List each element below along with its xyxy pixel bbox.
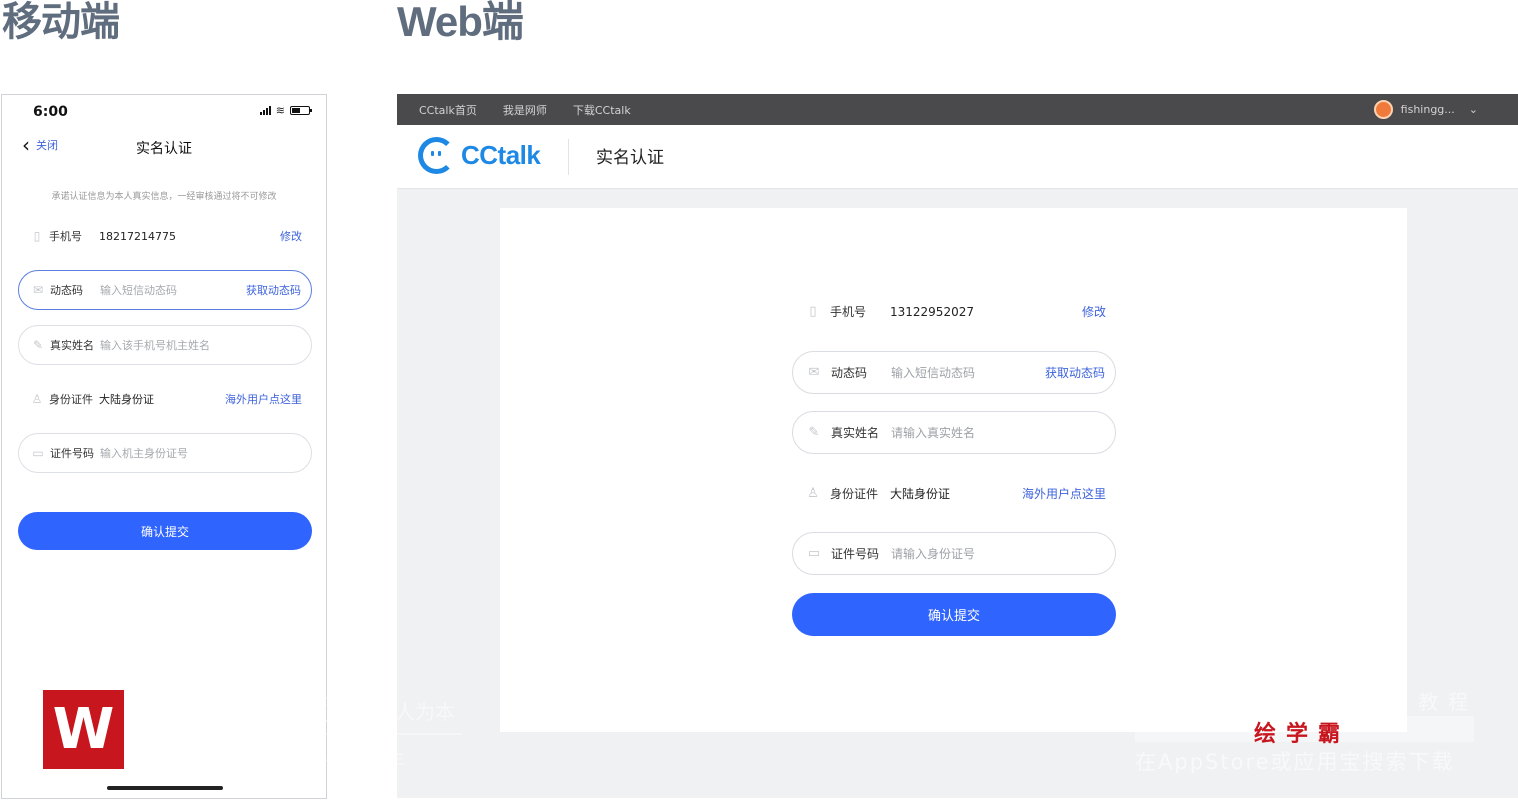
phone-value: 18217214775 [99,229,176,243]
user-icon: ♙ [807,485,819,501]
header-divider [568,139,569,175]
web-topbar: CCtalk首页 我是网师 下载CCtalk fishingg... ⌄ [397,94,1518,125]
verification-code-field[interactable]: ✉ 动态码 输入短信动态码 获取动态码 [18,270,312,310]
phone-icon: ▯ [809,303,817,319]
mobile-section-title: 移动端 [2,0,120,45]
code-label: 动态码 [50,284,83,297]
web-overseas-user-link[interactable]: 海外用户点这里 [1022,485,1106,502]
web-modify-phone-link[interactable]: 修改 [1082,303,1106,320]
overseas-user-link[interactable]: 海外用户点这里 [225,391,302,407]
name-input[interactable]: 输入该手机号机主姓名 [100,337,210,353]
web-phone-row: ▯ 手机号 13122952027 修改 [792,290,1116,333]
id-type-label: 身份证件 [49,393,93,406]
web-form-card: ▯ 手机号 13122952027 修改 ✉ 动态码 输入短信动态码 获取动态码… [500,208,1407,732]
page-title: 实名认证 [136,141,192,157]
web-name-label: 真实姓名 [831,426,880,440]
web-id-number-label: 证件号码 [831,547,880,561]
chevron-down-icon: ⌄ [1468,103,1478,116]
web-id-number-field[interactable]: ▭ 证件号码 请输入身份证号 [792,532,1116,575]
name-label: 真实姓名 [50,339,94,352]
web-real-name-field[interactable]: ✎ 真实姓名 请输入真实姓名 [792,411,1116,454]
avatar [1373,100,1393,119]
home-indicator [107,786,223,790]
code-input[interactable]: 输入短信动态码 [100,282,177,298]
commitment-note: 承诺认证信息为本人真实信息，一经审核通过将不可修改 [51,192,277,202]
modify-phone-link[interactable]: 修改 [280,228,302,244]
watermark-left-line1-suffix: 人为本 [395,700,455,724]
wifi-icon: ≋ [275,104,285,117]
web-name-input[interactable]: 请输入真实姓名 [891,424,975,441]
id-type-row: ♙ 身份证件 大陆身份证 海外用户点这里 [18,379,312,419]
id-card-icon: ▭ [807,545,821,561]
web-verification-code-field[interactable]: ✉ 动态码 输入短信动态码 获取动态码 [792,351,1116,394]
pencil-icon: ✎ [32,338,44,352]
battery-icon [290,106,312,115]
id-card-icon: ▭ [32,446,44,460]
id-number-field[interactable]: ▭ 证件号码 输入机主身份证号 [18,433,312,473]
phone-icon: ▯ [33,229,41,243]
web-header: CCtalk 实名认证 [397,125,1518,189]
submit-button[interactable]: 确认提交 [18,512,312,550]
id-type-value[interactable]: 大陆身份证 [99,391,154,407]
mail-icon: ✉ [808,364,820,380]
mail-icon: ✉ [32,283,44,297]
status-bar: 6:00 ≋ [2,95,326,129]
web-id-type-row: ♙ 身份证件 大陆身份证 海外用户点这里 [792,472,1116,515]
watermark-logo-glyph: W [52,696,115,762]
web-submit-button[interactable]: 确认提交 [792,593,1116,636]
web-id-type-label: 身份证件 [830,487,879,501]
status-icons: ≋ [259,104,312,117]
web-id-type-value[interactable]: 大陆身份证 [890,485,950,502]
web-phone-label: 手机号 [830,305,867,319]
phone-label: 手机号 [49,230,82,243]
watermark-left-line2: 始创于二零一二年 [133,749,421,773]
watermark-right-brand: 绘学霸 [1254,722,1351,747]
watermark-right-line2: 在AppStore或应用宝搜索下载 [1135,750,1455,774]
watermark-divider [133,733,462,735]
status-time: 6:00 [33,104,68,120]
topbar-link-download[interactable]: 下载CCtalk [573,102,631,118]
user-menu[interactable]: fishingg... ⌄ [1373,100,1478,119]
web-code-label: 动态码 [831,366,868,380]
web-code-input[interactable]: 输入短信动态码 [891,364,975,381]
get-code-link[interactable]: 获取动态码 [246,282,301,298]
web-section-title: Web端 [397,0,524,45]
watermark-right-line1: 教程 [1418,690,1478,714]
logo-text: CCtalk [461,140,541,170]
cctalk-logo[interactable]: CCtalk [418,137,541,174]
watermark-left-line1: 王氏教育集团 [133,694,337,729]
phone-row: ▯ 手机号 18217214775 修改 [18,216,312,256]
web-get-code-link[interactable]: 获取动态码 [1045,364,1105,381]
web-phone-value: 13122952027 [890,304,974,319]
web-page-title: 实名认证 [596,148,664,168]
mobile-nav-bar: ‹ 关闭 实名认证 [2,129,326,167]
web-screen: CCtalk首页 我是网师 下载CCtalk fishingg... ⌄ CCt… [397,94,1518,798]
watermark-logo: W [43,690,124,769]
topbar-link-home[interactable]: CCtalk首页 [419,102,477,118]
id-number-input[interactable]: 输入机主身份证号 [100,445,188,461]
signal-icon [259,106,271,115]
real-name-field[interactable]: ✎ 真实姓名 输入该手机号机主姓名 [18,325,312,365]
topbar-link-teacher[interactable]: 我是网师 [503,102,547,118]
id-number-label: 证件号码 [50,447,94,460]
user-icon: ♙ [31,392,43,406]
pencil-icon: ✎ [808,424,820,440]
cctalk-logo-icon [418,137,455,174]
username: fishingg... [1400,103,1455,116]
web-id-number-input[interactable]: 请输入身份证号 [891,545,975,562]
